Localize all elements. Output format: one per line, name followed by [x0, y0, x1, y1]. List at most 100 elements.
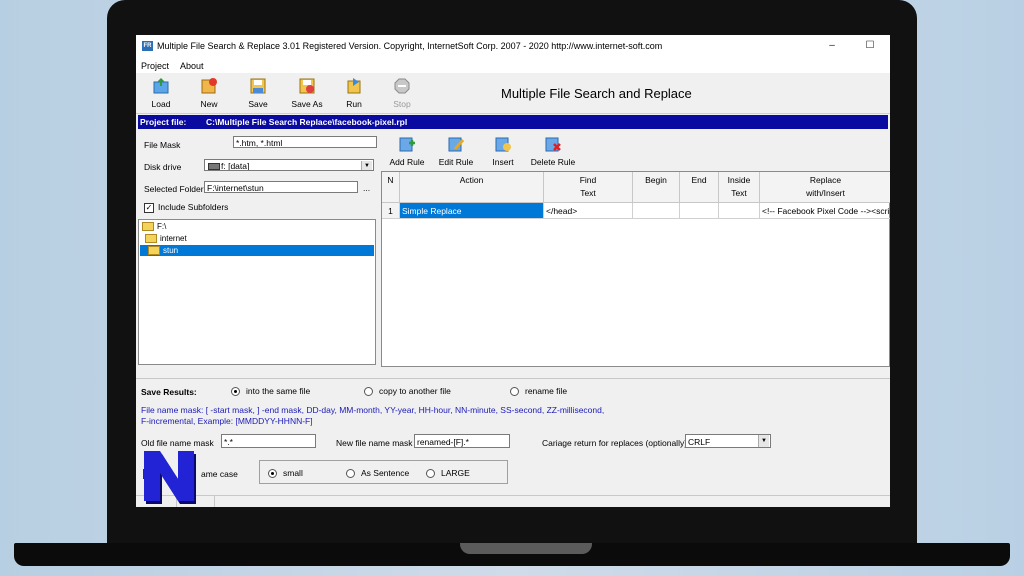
radio-selected-icon: [231, 387, 240, 397]
insert-label: Insert: [492, 157, 514, 167]
file-mask-label: File Mask: [144, 140, 181, 150]
col-header-end: End: [680, 172, 719, 203]
status-divider: [214, 496, 215, 507]
add-rule-label: Add Rule: [389, 157, 425, 167]
radio-large[interactable]: LARGE: [426, 468, 470, 479]
edit-rule-button[interactable]: Edit Rule: [436, 133, 476, 167]
name-case-group: small As Sentence LARGE: [259, 460, 508, 484]
project-file-path: C:\Multiple File Search Replace\facebook…: [206, 117, 408, 127]
stop-button[interactable]: Stop: [382, 75, 422, 111]
new-label: New: [200, 99, 218, 109]
table-cell-replace[interactable]: <!-- Facebook Pixel Code --><script>: [760, 203, 890, 219]
tree-item-internet[interactable]: internet: [145, 233, 187, 244]
table-cell-begin[interactable]: [633, 203, 680, 219]
save-as-label: Save As: [291, 99, 323, 109]
n-logo-icon: [144, 451, 196, 504]
folder-tree[interactable]: F:\ internet stun: [138, 219, 376, 365]
table-cell-inside[interactable]: [719, 203, 760, 219]
load-label: Load: [151, 99, 171, 109]
include-subfolders-checkbox[interactable]: ✓ Include Subfolders: [144, 202, 228, 213]
minimize-button[interactable]: –: [825, 39, 839, 53]
maximize-button[interactable]: ☐: [863, 39, 877, 53]
app-heading: Multiple File Search and Replace: [501, 86, 692, 101]
mask-hint-line1: File name mask: [ -start mask, ] -end ma…: [141, 405, 605, 415]
delete-rule-button[interactable]: Delete Rule: [529, 133, 577, 167]
app-window: FR Multiple File Search & Replace 3.01 R…: [136, 35, 890, 507]
folder-open-icon: [145, 234, 157, 244]
status-bar: [136, 495, 890, 507]
tree-item-root[interactable]: F:\: [142, 221, 166, 232]
radio-as-sentence[interactable]: As Sentence: [346, 468, 409, 479]
load-button[interactable]: Load: [141, 75, 181, 111]
edit-rule-icon: [448, 137, 465, 152]
include-subfolders-label: Include Subfolders: [158, 202, 229, 212]
file-mask-input[interactable]: *.htm, *.html: [233, 136, 377, 148]
laptop-notch: [460, 543, 592, 554]
new-mask-input[interactable]: renamed-[F].*: [414, 434, 510, 448]
col-header-action: Action: [400, 172, 544, 203]
load-icon: [153, 78, 169, 94]
save-icon: [250, 78, 266, 94]
laptop-base: [14, 543, 1010, 566]
old-mask-label: Old file name mask: [141, 438, 214, 448]
radio-copy-file[interactable]: copy to another file: [364, 386, 451, 397]
save-as-button[interactable]: Save As: [287, 75, 327, 111]
browse-button[interactable]: ...: [363, 183, 370, 193]
new-icon: [201, 78, 217, 94]
save-as-icon: [299, 78, 315, 94]
table-cell-find[interactable]: </head>: [544, 203, 633, 219]
radio-icon: [364, 387, 373, 397]
selected-folder-label: Selected Folder: [144, 184, 204, 194]
chevron-down-icon[interactable]: ▼: [361, 161, 372, 170]
old-mask-input[interactable]: *.*: [221, 434, 316, 448]
radio-icon: [426, 469, 435, 479]
radio-small[interactable]: small: [268, 468, 303, 479]
radio-same-file[interactable]: into the same file: [231, 386, 310, 397]
radio-selected-icon: [268, 469, 277, 479]
add-rule-button[interactable]: Add Rule: [387, 133, 427, 167]
radio-icon: [346, 469, 355, 479]
insert-icon: [495, 137, 511, 152]
radio-rename-file[interactable]: rename file: [510, 386, 567, 397]
menu-bar: Project About: [136, 57, 890, 73]
carriage-return-label: Cariage return for replaces (optionally): [542, 438, 688, 448]
window-title: Multiple File Search & Replace 3.01 Regi…: [157, 41, 663, 51]
disk-drive-value: f: [data]: [221, 161, 250, 171]
carriage-return-value: CRLF: [688, 437, 711, 447]
add-rule-icon: [399, 137, 415, 152]
folder-icon: [142, 222, 154, 232]
table-cell-action[interactable]: Simple Replace: [400, 203, 544, 219]
insert-button[interactable]: Insert: [484, 133, 522, 167]
drive-icon: [208, 163, 220, 170]
save-label: Save: [248, 99, 268, 109]
mask-hint-line2: F-incremental, Example: [MMDDYY-HHNN-F]: [141, 416, 313, 426]
folder-open-icon: [148, 246, 160, 256]
stop-label: Stop: [393, 99, 411, 109]
new-button[interactable]: New: [189, 75, 229, 111]
run-label: Run: [346, 99, 362, 109]
menu-about[interactable]: About: [180, 61, 204, 71]
save-results-label: Save Results:: [141, 387, 197, 397]
disk-drive-select[interactable]: f: [data] ▼: [204, 159, 374, 171]
delete-rule-label: Delete Rule: [530, 157, 576, 167]
name-case-label: ame case: [201, 469, 238, 479]
check-icon: ✓: [144, 202, 154, 213]
run-button[interactable]: Run: [334, 75, 374, 111]
rules-panel: Add Rule Edit Rule Insert Delete Rule N …: [381, 131, 890, 367]
table-cell-end[interactable]: [680, 203, 719, 219]
stop-icon: [394, 78, 410, 94]
selected-folder-input[interactable]: F:\internet\stun: [204, 181, 358, 193]
delete-rule-icon: [545, 137, 561, 152]
chevron-down-icon[interactable]: ▼: [758, 435, 769, 447]
app-icon: FR: [142, 41, 153, 51]
table-row-n: 1: [382, 203, 400, 219]
menu-project[interactable]: Project: [141, 61, 169, 71]
rules-table: N Action Find Text Begin End Inside Text…: [381, 171, 890, 367]
project-file-label: Project file:: [140, 117, 187, 127]
carriage-return-select[interactable]: CRLF ▼: [685, 434, 771, 448]
save-button[interactable]: Save: [238, 75, 278, 111]
disk-drive-label: Disk drive: [144, 162, 182, 172]
col-header-replace: Replace with/Insert: [760, 172, 890, 203]
run-icon: [347, 78, 361, 94]
tree-item-stun[interactable]: stun: [140, 245, 374, 256]
